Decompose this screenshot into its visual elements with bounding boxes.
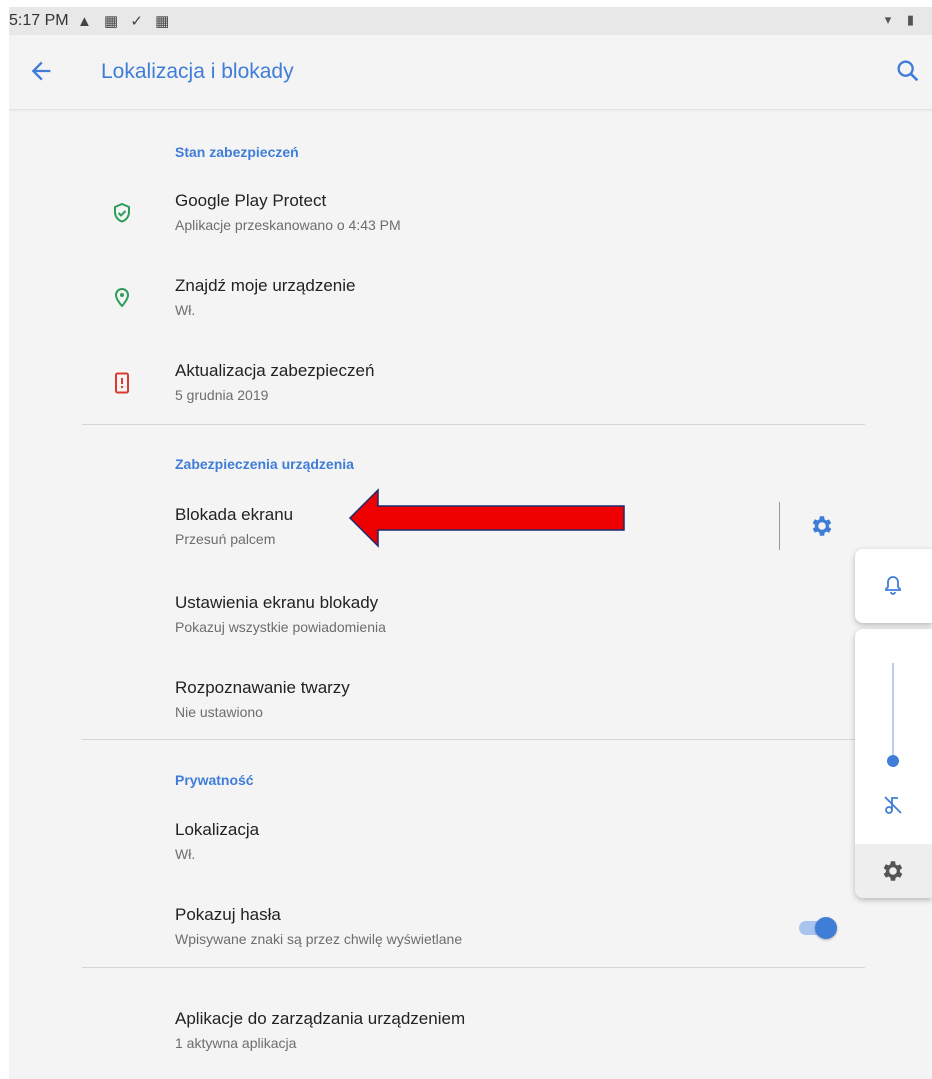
section-divider — [82, 967, 865, 968]
section-title-privacy: Prywatność — [175, 772, 254, 788]
item-subtitle: Wł. — [175, 846, 196, 862]
bell-icon[interactable] — [881, 573, 905, 597]
item-title: Pokazuj hasła — [175, 905, 281, 924]
list-item-google-play-protect[interactable]: Google Play Protect Aplikacje przeskanow… — [9, 179, 932, 249]
search-icon[interactable] — [894, 57, 922, 85]
volume-settings-button[interactable] — [855, 844, 932, 898]
show-passwords-toggle[interactable] — [797, 915, 837, 939]
volume-slider-panel — [855, 629, 932, 898]
status-system-icons: ▾ ▮ — [885, 12, 920, 28]
section-title-security-status: Stan zabezpieczeń — [175, 144, 299, 160]
item-title: Lokalizacja — [175, 820, 260, 839]
notification-icon: ▦ — [155, 13, 174, 30]
volume-slider-thumb[interactable] — [887, 755, 899, 767]
item-subtitle: Wpisywane znaki są przez chwilę wyświetl… — [175, 931, 463, 947]
item-title: Blokada ekranu — [175, 505, 294, 524]
list-item-device-admin-apps[interactable]: Aplikacje do zarządzania urządzeniem 1 a… — [9, 997, 932, 1067]
check-icon: ✓ — [130, 13, 147, 30]
status-time: 5:17 PM — [9, 12, 69, 29]
item-subtitle: Wł. — [175, 302, 196, 318]
gear-icon[interactable] — [809, 513, 835, 539]
shield-check-icon — [110, 201, 134, 225]
volume-ringer-panel — [855, 549, 932, 623]
list-item-face-recognition[interactable]: Rozpoznawanie twarzy Nie ustawiono — [9, 666, 932, 736]
status-notification-icons: ▲ ▦ ✓ ▦ — [77, 12, 173, 30]
item-title: Google Play Protect — [175, 191, 327, 210]
list-item-find-my-device[interactable]: Znajdź moje urządzenie Wł. — [9, 264, 932, 334]
item-subtitle: 5 grudnia 2019 — [175, 387, 269, 403]
list-item-lock-screen-settings[interactable]: Ustawienia ekranu blokady Pokazuj wszyst… — [9, 581, 932, 651]
section-divider — [82, 739, 865, 740]
app-bar: Lokalizacja i blokady — [9, 35, 932, 110]
toggle-thumb — [815, 917, 837, 939]
notification-icon: ▦ — [104, 13, 123, 30]
settings-screen: 5:17 PM ▲ ▦ ✓ ▦ ▾ ▮ Lokalizacja i blokad… — [9, 7, 932, 1079]
warning-icon: ▲ — [77, 13, 96, 30]
location-pin-icon — [110, 286, 134, 310]
item-subtitle: Pokazuj wszystkie powiadomienia — [175, 619, 386, 635]
back-arrow-icon[interactable] — [27, 57, 55, 85]
phone-alert-icon — [110, 371, 134, 395]
item-title: Ustawienia ekranu blokady — [175, 593, 379, 612]
item-subtitle: 1 aktywna aplikacja — [175, 1035, 297, 1051]
battery-icon: ▮ — [906, 12, 920, 27]
page-title: Lokalizacja i blokady — [101, 60, 294, 83]
section-divider — [82, 424, 865, 425]
item-title: Aplikacje do zarządzania urządzeniem — [175, 1009, 466, 1028]
item-subtitle: Przesuń palcem — [175, 531, 276, 547]
list-item-location[interactable]: Lokalizacja Wł. — [9, 808, 932, 878]
status-bar: 5:17 PM ▲ ▦ ✓ ▦ ▾ ▮ — [9, 7, 932, 35]
item-title: Znajdź moje urządzenie — [175, 276, 356, 295]
vertical-divider — [779, 502, 780, 550]
red-arrow-annotation — [348, 488, 628, 548]
wifi-icon: ▾ — [884, 12, 898, 27]
music-off-icon[interactable] — [881, 793, 905, 817]
volume-slider-track — [892, 663, 894, 763]
gear-icon — [880, 858, 906, 884]
list-item-show-passwords[interactable]: Pokazuj hasła Wpisywane znaki są przez c… — [9, 893, 769, 963]
item-subtitle: Nie ustawiono — [175, 704, 263, 720]
item-subtitle: Aplikacje przeskanowano o 4:43 PM — [175, 217, 401, 233]
list-item-security-update[interactable]: Aktualizacja zabezpieczeń 5 grudnia 2019 — [9, 349, 932, 419]
item-title: Aktualizacja zabezpieczeń — [175, 361, 375, 380]
item-title: Rozpoznawanie twarzy — [175, 678, 350, 697]
section-title-device-security: Zabezpieczenia urządzenia — [175, 456, 354, 472]
